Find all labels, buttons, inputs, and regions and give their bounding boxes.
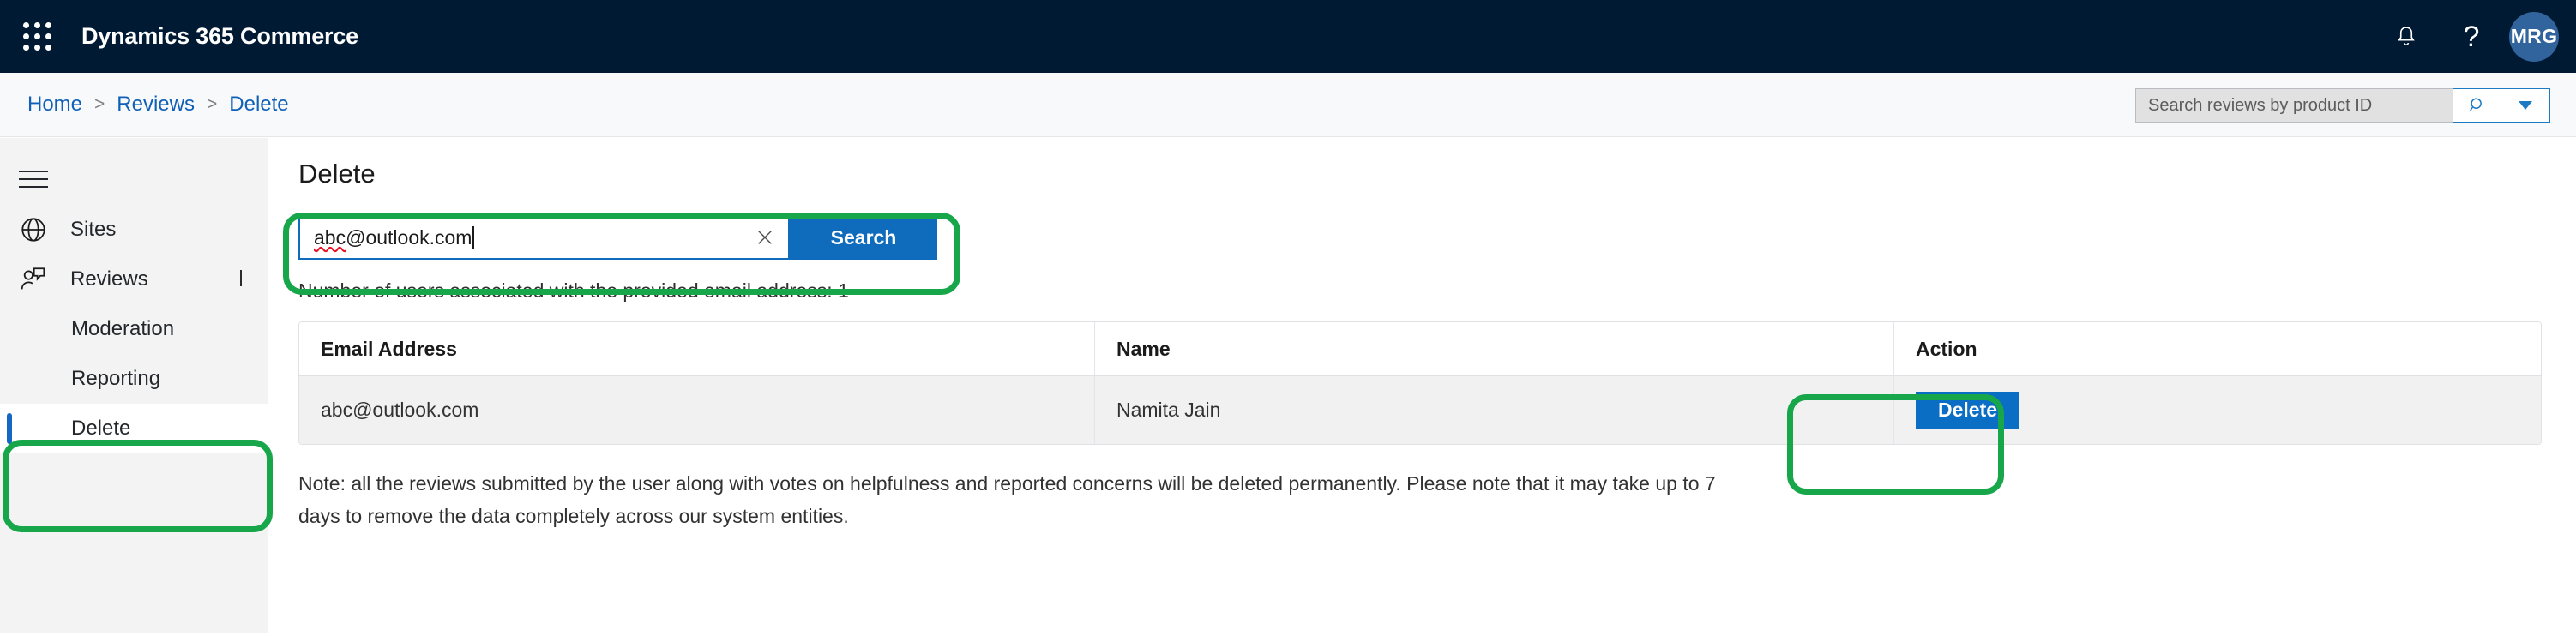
app-launcher-icon[interactable] bbox=[17, 17, 57, 57]
table-header-cell-action: Action bbox=[1894, 322, 2541, 375]
cell-value: Namita Jain bbox=[1116, 399, 1221, 421]
header-search bbox=[2135, 88, 2550, 123]
header-search-input[interactable] bbox=[2135, 88, 2453, 123]
text-cursor bbox=[472, 225, 475, 249]
cell-value: abc@outlook.com bbox=[321, 399, 479, 421]
table-cell-email: abc@outlook.com bbox=[299, 376, 1095, 444]
question-mark-icon: ? bbox=[2463, 20, 2480, 53]
column-label: Email Address bbox=[321, 337, 457, 360]
column-label: Action bbox=[1916, 337, 1977, 360]
sidebar-item-reporting[interactable]: Reporting bbox=[0, 354, 268, 404]
breadcrumb-separator: > bbox=[207, 94, 218, 114]
top-navigation-actions: ? MRG bbox=[2374, 0, 2576, 73]
bell-icon bbox=[2398, 26, 2415, 45]
breadcrumb-item-home[interactable]: Home bbox=[27, 93, 82, 117]
table-header-row: Email Address Name Action bbox=[299, 322, 2541, 376]
header-search-button[interactable] bbox=[2453, 88, 2501, 123]
email-search-row: abc @outlook.com Search bbox=[298, 215, 937, 260]
chevron-down-icon bbox=[2519, 101, 2532, 110]
sidebar-item-label: Reporting bbox=[71, 367, 161, 390]
search-button[interactable]: Search bbox=[790, 215, 937, 260]
sidebar: Sites Reviews Moderation Reporting Delet… bbox=[0, 138, 268, 633]
chevron-up-icon[interactable] bbox=[240, 270, 242, 287]
note-text: Note: all the reviews submitted by the u… bbox=[298, 472, 1716, 527]
app-root: Dynamics 365 Commerce ? MRG Home > Revie… bbox=[0, 0, 2576, 636]
top-navigation-bar: Dynamics 365 Commerce ? MRG bbox=[0, 0, 2576, 73]
table-cell-action: Delete bbox=[1894, 376, 2541, 444]
email-search-value: abc @outlook.com bbox=[314, 225, 745, 249]
email-search-field[interactable]: abc @outlook.com bbox=[298, 215, 790, 260]
result-count-text: Number of users associated with the prov… bbox=[298, 279, 849, 302]
table-header-cell-name: Name bbox=[1095, 322, 1894, 375]
app-title: Dynamics 365 Commerce bbox=[81, 23, 358, 49]
email-search-value-misspelled: abc bbox=[314, 225, 346, 249]
main-content: Delete abc @outlook.com Search Number of … bbox=[269, 138, 2576, 636]
sidebar-item-sites[interactable]: Sites bbox=[0, 205, 268, 255]
sidebar-item-moderation[interactable]: Moderation bbox=[0, 304, 268, 354]
users-table: Email Address Name Action abc@outlook.co… bbox=[298, 321, 2542, 445]
hamburger-icon[interactable] bbox=[19, 153, 70, 205]
review-person-icon bbox=[19, 265, 48, 294]
breadcrumb-separator: > bbox=[94, 94, 105, 114]
avatar[interactable]: MRG bbox=[2509, 11, 2559, 62]
clear-icon[interactable] bbox=[745, 228, 785, 247]
header-search-dropdown-button[interactable] bbox=[2501, 88, 2550, 123]
table-row: abc@outlook.com Namita Jain Delete bbox=[299, 376, 2541, 444]
column-label: Name bbox=[1116, 337, 1171, 360]
globe-icon bbox=[19, 215, 48, 244]
breadcrumb-bar: Home > Reviews > Delete bbox=[0, 73, 2576, 137]
table-cell-name: Namita Jain bbox=[1095, 376, 1894, 444]
delete-button[interactable]: Delete bbox=[1916, 391, 2020, 429]
search-icon bbox=[2469, 98, 2482, 112]
table-header-cell-email: Email Address bbox=[299, 322, 1095, 375]
sidebar-item-label: Reviews bbox=[70, 267, 148, 291]
help-button[interactable]: ? bbox=[2439, 0, 2504, 73]
breadcrumb-item-reviews[interactable]: Reviews bbox=[117, 93, 195, 117]
sidebar-item-label: Moderation bbox=[71, 317, 175, 340]
breadcrumb-item-delete[interactable]: Delete bbox=[229, 93, 288, 117]
email-search-value-rest: @outlook.com bbox=[346, 225, 472, 249]
page-title: Delete bbox=[298, 159, 376, 189]
notifications-button[interactable] bbox=[2374, 0, 2439, 73]
sidebar-item-reviews[interactable]: Reviews bbox=[0, 255, 268, 304]
sidebar-item-delete[interactable]: Delete bbox=[0, 404, 268, 453]
sidebar-item-label: Delete bbox=[71, 417, 131, 440]
breadcrumb: Home > Reviews > Delete bbox=[27, 93, 289, 117]
sidebar-item-label: Sites bbox=[70, 218, 117, 241]
